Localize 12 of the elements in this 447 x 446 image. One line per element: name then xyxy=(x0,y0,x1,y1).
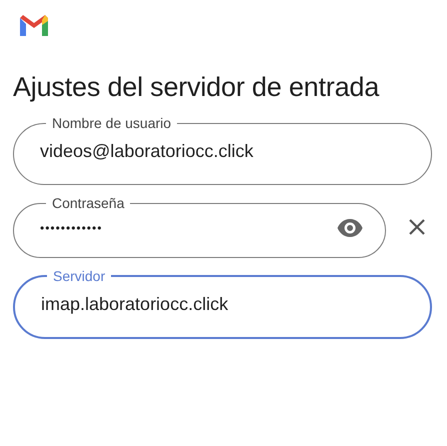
masked-password: •••••••••••• xyxy=(40,220,102,237)
field-value: imap.laboratoriocc.click xyxy=(41,293,228,316)
page-title: Ajustes del servidor de entrada xyxy=(13,72,380,103)
field-label: Contraseña xyxy=(51,195,126,211)
password-field[interactable]: Contraseña •••••••••••• xyxy=(13,195,386,258)
input-field[interactable]: Nombre de usuario videos@laboratoriocc.click xyxy=(13,115,432,185)
field-label: Servidor xyxy=(52,268,106,284)
field-value: videos@laboratoriocc.click xyxy=(40,140,254,163)
mail-logo-icon xyxy=(18,14,50,38)
input-field[interactable]: Servidor imap.laboratoriocc.click xyxy=(13,268,432,339)
eye-icon[interactable] xyxy=(337,218,363,238)
field-label: Nombre de usuario xyxy=(51,115,172,131)
